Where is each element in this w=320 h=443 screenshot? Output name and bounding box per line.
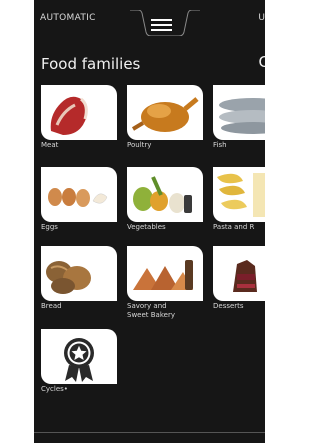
- vegetables-icon: [127, 167, 203, 222]
- top-bar: AUTOMATIC U: [34, 0, 265, 36]
- tile-label: Vegetables: [127, 223, 166, 231]
- tile-label: Desserts: [213, 302, 244, 310]
- tile-label: Meat: [41, 141, 59, 149]
- meat-icon: [41, 85, 117, 140]
- tile-desserts[interactable]: Desserts: [213, 246, 265, 311]
- poultry-icon: [127, 85, 203, 140]
- tile-meat[interactable]: Meat: [41, 85, 117, 150]
- desserts-icon: [213, 246, 265, 301]
- oven-screen: AUTOMATIC U Food families C Meat Poultry…: [34, 0, 265, 443]
- tile-label: Eggs: [41, 223, 58, 231]
- cycles-award-icon: [41, 329, 117, 384]
- tile-bakery[interactable]: Savory and Sweet Bakery: [127, 246, 203, 319]
- bottom-divider: [34, 432, 265, 433]
- tile-eggs[interactable]: Eggs: [41, 167, 117, 232]
- tile-fish[interactable]: Fish: [213, 85, 265, 150]
- tile-label: Poultry: [127, 141, 152, 149]
- pasta-icon: [213, 167, 265, 222]
- tile-pasta[interactable]: Pasta and R: [213, 167, 265, 232]
- tile-poultry[interactable]: Poultry: [127, 85, 203, 150]
- tile-label: Bread: [41, 302, 62, 310]
- tile-label: Savory and Sweet Bakery: [127, 302, 175, 319]
- bread-icon: [41, 246, 117, 301]
- right-mode-label: U: [258, 13, 265, 23]
- tile-label: Fish: [213, 141, 227, 149]
- tile-label: Cycles•: [41, 385, 68, 393]
- page-title-right-fragment: C: [258, 53, 265, 71]
- tile-label: Pasta and R: [213, 223, 255, 231]
- tile-bread[interactable]: Bread: [41, 246, 117, 311]
- mode-label: AUTOMATIC: [40, 13, 96, 23]
- page-title: Food families: [41, 55, 141, 73]
- eggs-icon: [41, 167, 117, 222]
- bakery-icon: [127, 246, 203, 301]
- tile-vegetables[interactable]: Vegetables: [127, 167, 203, 232]
- fish-icon: [213, 85, 265, 140]
- tile-cycles[interactable]: Cycles•: [41, 329, 117, 394]
- hamburger-menu-icon[interactable]: [151, 19, 172, 31]
